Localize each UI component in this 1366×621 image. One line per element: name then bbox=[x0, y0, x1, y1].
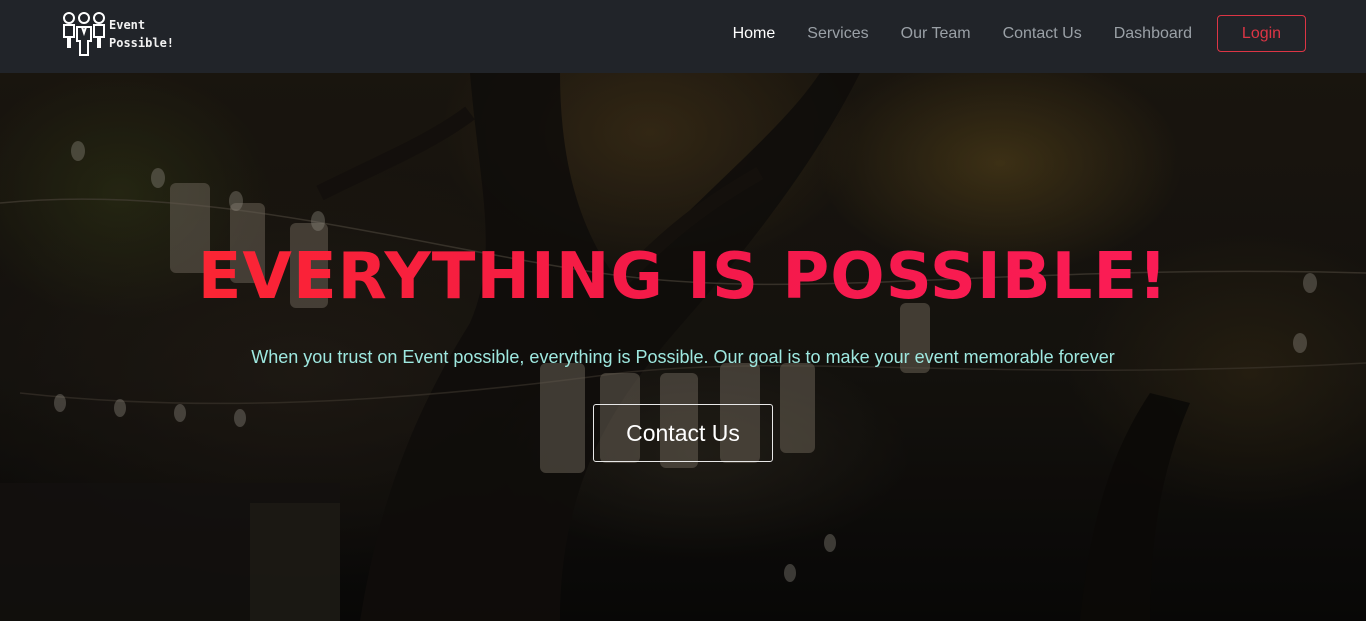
brand-line-1: Event bbox=[109, 18, 146, 32]
hero-section: EVERYTHING IS POSSIBLE! When you trust o… bbox=[0, 73, 1366, 621]
nav-home[interactable]: Home bbox=[733, 25, 776, 43]
brand-line-2: Possible! bbox=[109, 36, 175, 50]
nav-links: Home Services Our Team Contact Us Dashbo… bbox=[733, 15, 1306, 52]
hero-title: EVERYTHING IS POSSIBLE! bbox=[0, 237, 1366, 317]
brand-text: Event Possible! bbox=[109, 16, 174, 52]
nav-dashboard[interactable]: Dashboard bbox=[1114, 25, 1192, 43]
nav-services[interactable]: Services bbox=[807, 25, 868, 43]
hero-subtitle: When you trust on Event possible, everyt… bbox=[251, 347, 1115, 367]
navbar: Event Possible! Home Services Our Team C… bbox=[0, 0, 1366, 73]
nav-contact-us[interactable]: Contact Us bbox=[1003, 25, 1082, 43]
brand-logo[interactable]: Event Possible! bbox=[62, 11, 174, 57]
nav-our-team[interactable]: Our Team bbox=[901, 25, 971, 43]
login-button[interactable]: Login bbox=[1217, 15, 1306, 52]
contact-us-button[interactable]: Contact Us bbox=[593, 404, 773, 462]
people-group-icon bbox=[63, 12, 105, 56]
